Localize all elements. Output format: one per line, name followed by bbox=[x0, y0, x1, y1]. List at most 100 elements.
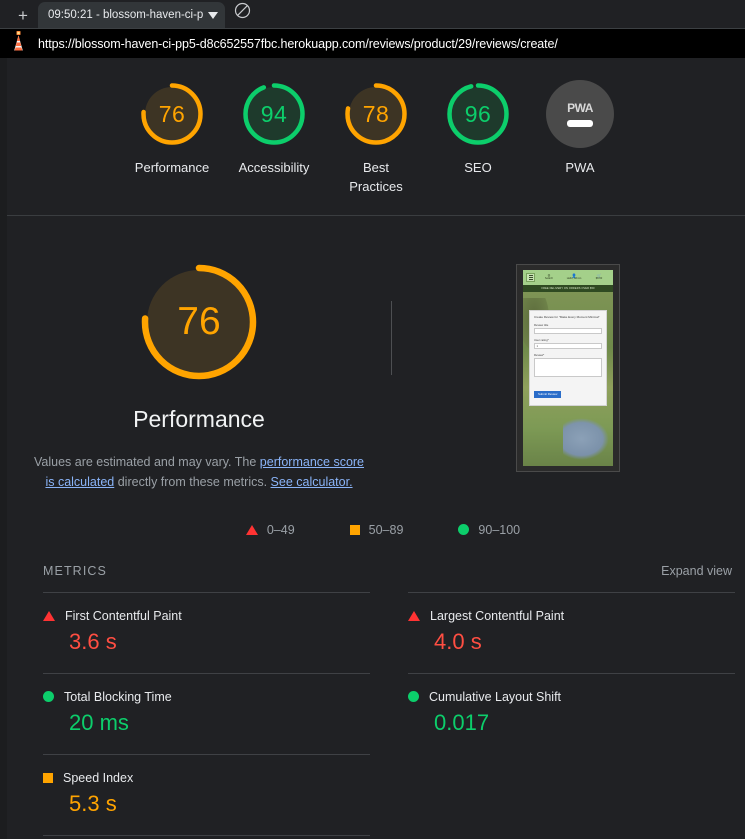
metric-row: Speed Index bbox=[43, 771, 370, 785]
performance-big-gauge: 76 bbox=[137, 260, 261, 384]
metric-value: 0.017 bbox=[434, 709, 490, 735]
legend-range-pass: 90–100 bbox=[478, 522, 521, 537]
thumbnail-promo-text: FREE DELIVERY ON ORDERS OVER $50 bbox=[541, 286, 595, 290]
gauge-ring-performance: 76 bbox=[138, 80, 206, 148]
legend-item-average: 50–89 bbox=[349, 522, 404, 537]
thumbnail-viewport: ⚲ Search 👤 Hello, Admin 🛒 $0.00 FREE DEL… bbox=[523, 269, 613, 466]
metric-name: Cumulative Layout Shift bbox=[429, 689, 562, 704]
gauge-ring-seo: 96 bbox=[444, 80, 512, 148]
triangle-marker-icon bbox=[245, 524, 258, 535]
chevron-down-icon[interactable] bbox=[208, 11, 219, 19]
score-gauge-seo[interactable]: 96 SEO bbox=[444, 80, 512, 197]
thumbnail-label-rating: User rating* bbox=[534, 337, 549, 342]
score-gauge-best-practices[interactable]: 78 Best Practices bbox=[342, 80, 410, 197]
legend-range-fail: 0–49 bbox=[266, 522, 295, 537]
thumbnail-search: ⚲ Search bbox=[538, 273, 560, 281]
mobile-screenshot-thumbnail[interactable]: ⚲ Search 👤 Hello, Admin 🛒 $0.00 FREE DEL… bbox=[516, 263, 620, 472]
triangle-marker-icon bbox=[43, 610, 55, 621]
new-tab-button[interactable]: + bbox=[8, 2, 38, 28]
gauge-value-accessibility: 94 bbox=[260, 100, 288, 127]
pwa-badge-text: PWA bbox=[567, 101, 593, 115]
performance-section: 76 Performance Values are estimated and … bbox=[7, 216, 745, 493]
pwa-dash-icon bbox=[567, 120, 593, 127]
score-gauge-performance[interactable]: 76 Performance bbox=[134, 80, 210, 197]
expand-view-button[interactable]: Expand view bbox=[661, 564, 742, 578]
thumbnail-navbar: ⚲ Search 👤 Hello, Admin 🛒 $0.00 bbox=[523, 269, 613, 285]
thumbnail-submit-button: Submit Review bbox=[534, 391, 562, 399]
url-text: https://blossom-haven-ci-pp5-d8c652557fb… bbox=[38, 36, 558, 51]
legend-item-pass: 90–100 bbox=[458, 523, 520, 537]
circle-marker-icon bbox=[43, 691, 54, 703]
scores-header: 76 Performance 94 Accessibility 78 Best … bbox=[7, 58, 745, 216]
metric-value: 4.0 s bbox=[434, 628, 482, 654]
thumbnail-label-review: Review* bbox=[534, 352, 545, 357]
metric-value: 3.6 s bbox=[69, 628, 117, 654]
url-bar[interactable]: https://blossom-haven-ci-pp5-d8c652557fb… bbox=[0, 28, 745, 58]
score-gauge-accessibility[interactable]: 94 Accessibility bbox=[238, 80, 310, 197]
legend-item-fail: 0–49 bbox=[245, 522, 295, 537]
thumbnail-review-form: Create Review for "Make Every Moment Min… bbox=[529, 309, 607, 407]
square-marker-icon bbox=[43, 772, 53, 783]
performance-big-gauge-value: 76 bbox=[177, 299, 221, 343]
section-vertical-divider bbox=[391, 300, 392, 375]
circle-marker-icon bbox=[408, 691, 419, 703]
metric-total-blocking-time[interactable]: Total Blocking Time 20 ms bbox=[43, 672, 370, 754]
no-entry-icon[interactable] bbox=[234, 2, 251, 24]
gauge-ring-accessibility: 94 bbox=[240, 80, 308, 148]
thumbnail-cart-label: $0.00 bbox=[595, 277, 603, 281]
thumbnail-cart: 🛒 $0.00 bbox=[588, 273, 610, 281]
metric-speed-index[interactable]: Speed Index 5.3 s bbox=[43, 753, 370, 835]
gauge-value-seo: 96 bbox=[464, 100, 492, 127]
thumbnail-label-title: Review title bbox=[534, 322, 549, 327]
metric-cumulative-layout-shift[interactable]: Cumulative Layout Shift 0.017 bbox=[408, 672, 735, 754]
gauge-label-pwa: PWA bbox=[565, 160, 595, 175]
gauge-ring-best-practices: 78 bbox=[342, 80, 410, 148]
performance-title: Performance bbox=[133, 405, 265, 432]
gauge-label-seo: SEO bbox=[464, 160, 492, 175]
gauge-label-accessibility: Accessibility bbox=[238, 160, 310, 175]
tab-title: 09:50:21 - blossom-haven-ci-p bbox=[48, 9, 204, 21]
metric-row: First Contentful Paint bbox=[43, 609, 370, 623]
lighthouse-icon bbox=[9, 30, 28, 57]
metrics-grid: First Contentful Paint 3.6 s Total Block… bbox=[7, 591, 745, 839]
metric-row: Cumulative Layout Shift bbox=[408, 690, 735, 704]
score-gauge-pwa[interactable]: PWA PWA bbox=[546, 80, 614, 197]
thumbnail-input-rating: 1 bbox=[534, 343, 602, 349]
square-marker-icon bbox=[349, 524, 360, 535]
circle-marker-icon bbox=[458, 524, 470, 536]
metric-name: Total Blocking Time bbox=[64, 689, 172, 704]
metric-value: 20 ms bbox=[69, 709, 129, 735]
metrics-column-left: First Contentful Paint 3.6 s Total Block… bbox=[43, 591, 389, 839]
browser-tab-strip: + 09:50:21 - blossom-haven-ci-p bbox=[0, 0, 745, 28]
metrics-column-right: Largest Contentful Paint 4.0 s Cumulativ… bbox=[389, 591, 735, 839]
gauge-value-best-practices: 78 bbox=[362, 100, 390, 127]
performance-description: Values are estimated and may vary. The p… bbox=[29, 452, 369, 493]
description-prefix: Values are estimated and may vary. The bbox=[33, 454, 260, 469]
metric-first-contentful-paint[interactable]: First Contentful Paint 3.6 s bbox=[43, 591, 370, 673]
score-legend: 0–49 50–89 90–100 bbox=[7, 523, 745, 537]
metric-name: Largest Contentful Paint bbox=[430, 608, 565, 623]
metric-value: 5.3 s bbox=[69, 790, 117, 816]
thumbnail-account: 👤 Hello, Admin bbox=[563, 273, 585, 281]
thumbnail-account-label: Hello, Admin bbox=[566, 277, 582, 281]
score-gauges: 76 Performance 94 Accessibility 78 Best … bbox=[7, 80, 745, 197]
thumbnail-promo-banner: FREE DELIVERY ON ORDERS OVER $50 bbox=[523, 284, 613, 292]
metric-row: Total Blocking Time bbox=[43, 690, 370, 704]
performance-summary: 76 Performance Values are estimated and … bbox=[7, 260, 391, 493]
metric-divider-bottom bbox=[43, 834, 370, 839]
thumbnail-search-label: Search bbox=[544, 277, 554, 281]
metric-largest-contentful-paint[interactable]: Largest Contentful Paint 4.0 s bbox=[408, 591, 735, 673]
pwa-badge: PWA bbox=[546, 80, 614, 148]
legend-range-average: 50–89 bbox=[368, 522, 404, 537]
gauge-label-performance: Performance bbox=[134, 160, 210, 175]
metric-name: First Contentful Paint bbox=[65, 608, 182, 623]
lighthouse-report: 76 Performance 94 Accessibility 78 Best … bbox=[0, 58, 745, 839]
metrics-section-title: METRICS bbox=[43, 563, 107, 578]
metric-name: Speed Index bbox=[63, 770, 134, 785]
description-middle: directly from these metrics. bbox=[114, 475, 271, 490]
page-screenshot-panel: ⚲ Search 👤 Hello, Admin 🛒 $0.00 FREE DEL… bbox=[391, 260, 745, 493]
see-calculator-link[interactable]: See calculator. bbox=[271, 475, 353, 489]
thumbnail-form-heading: Create Review for "Make Every Moment Min… bbox=[534, 314, 600, 319]
browser-tab[interactable]: 09:50:21 - blossom-haven-ci-p bbox=[38, 2, 226, 28]
thumbnail-input-title bbox=[534, 328, 602, 334]
